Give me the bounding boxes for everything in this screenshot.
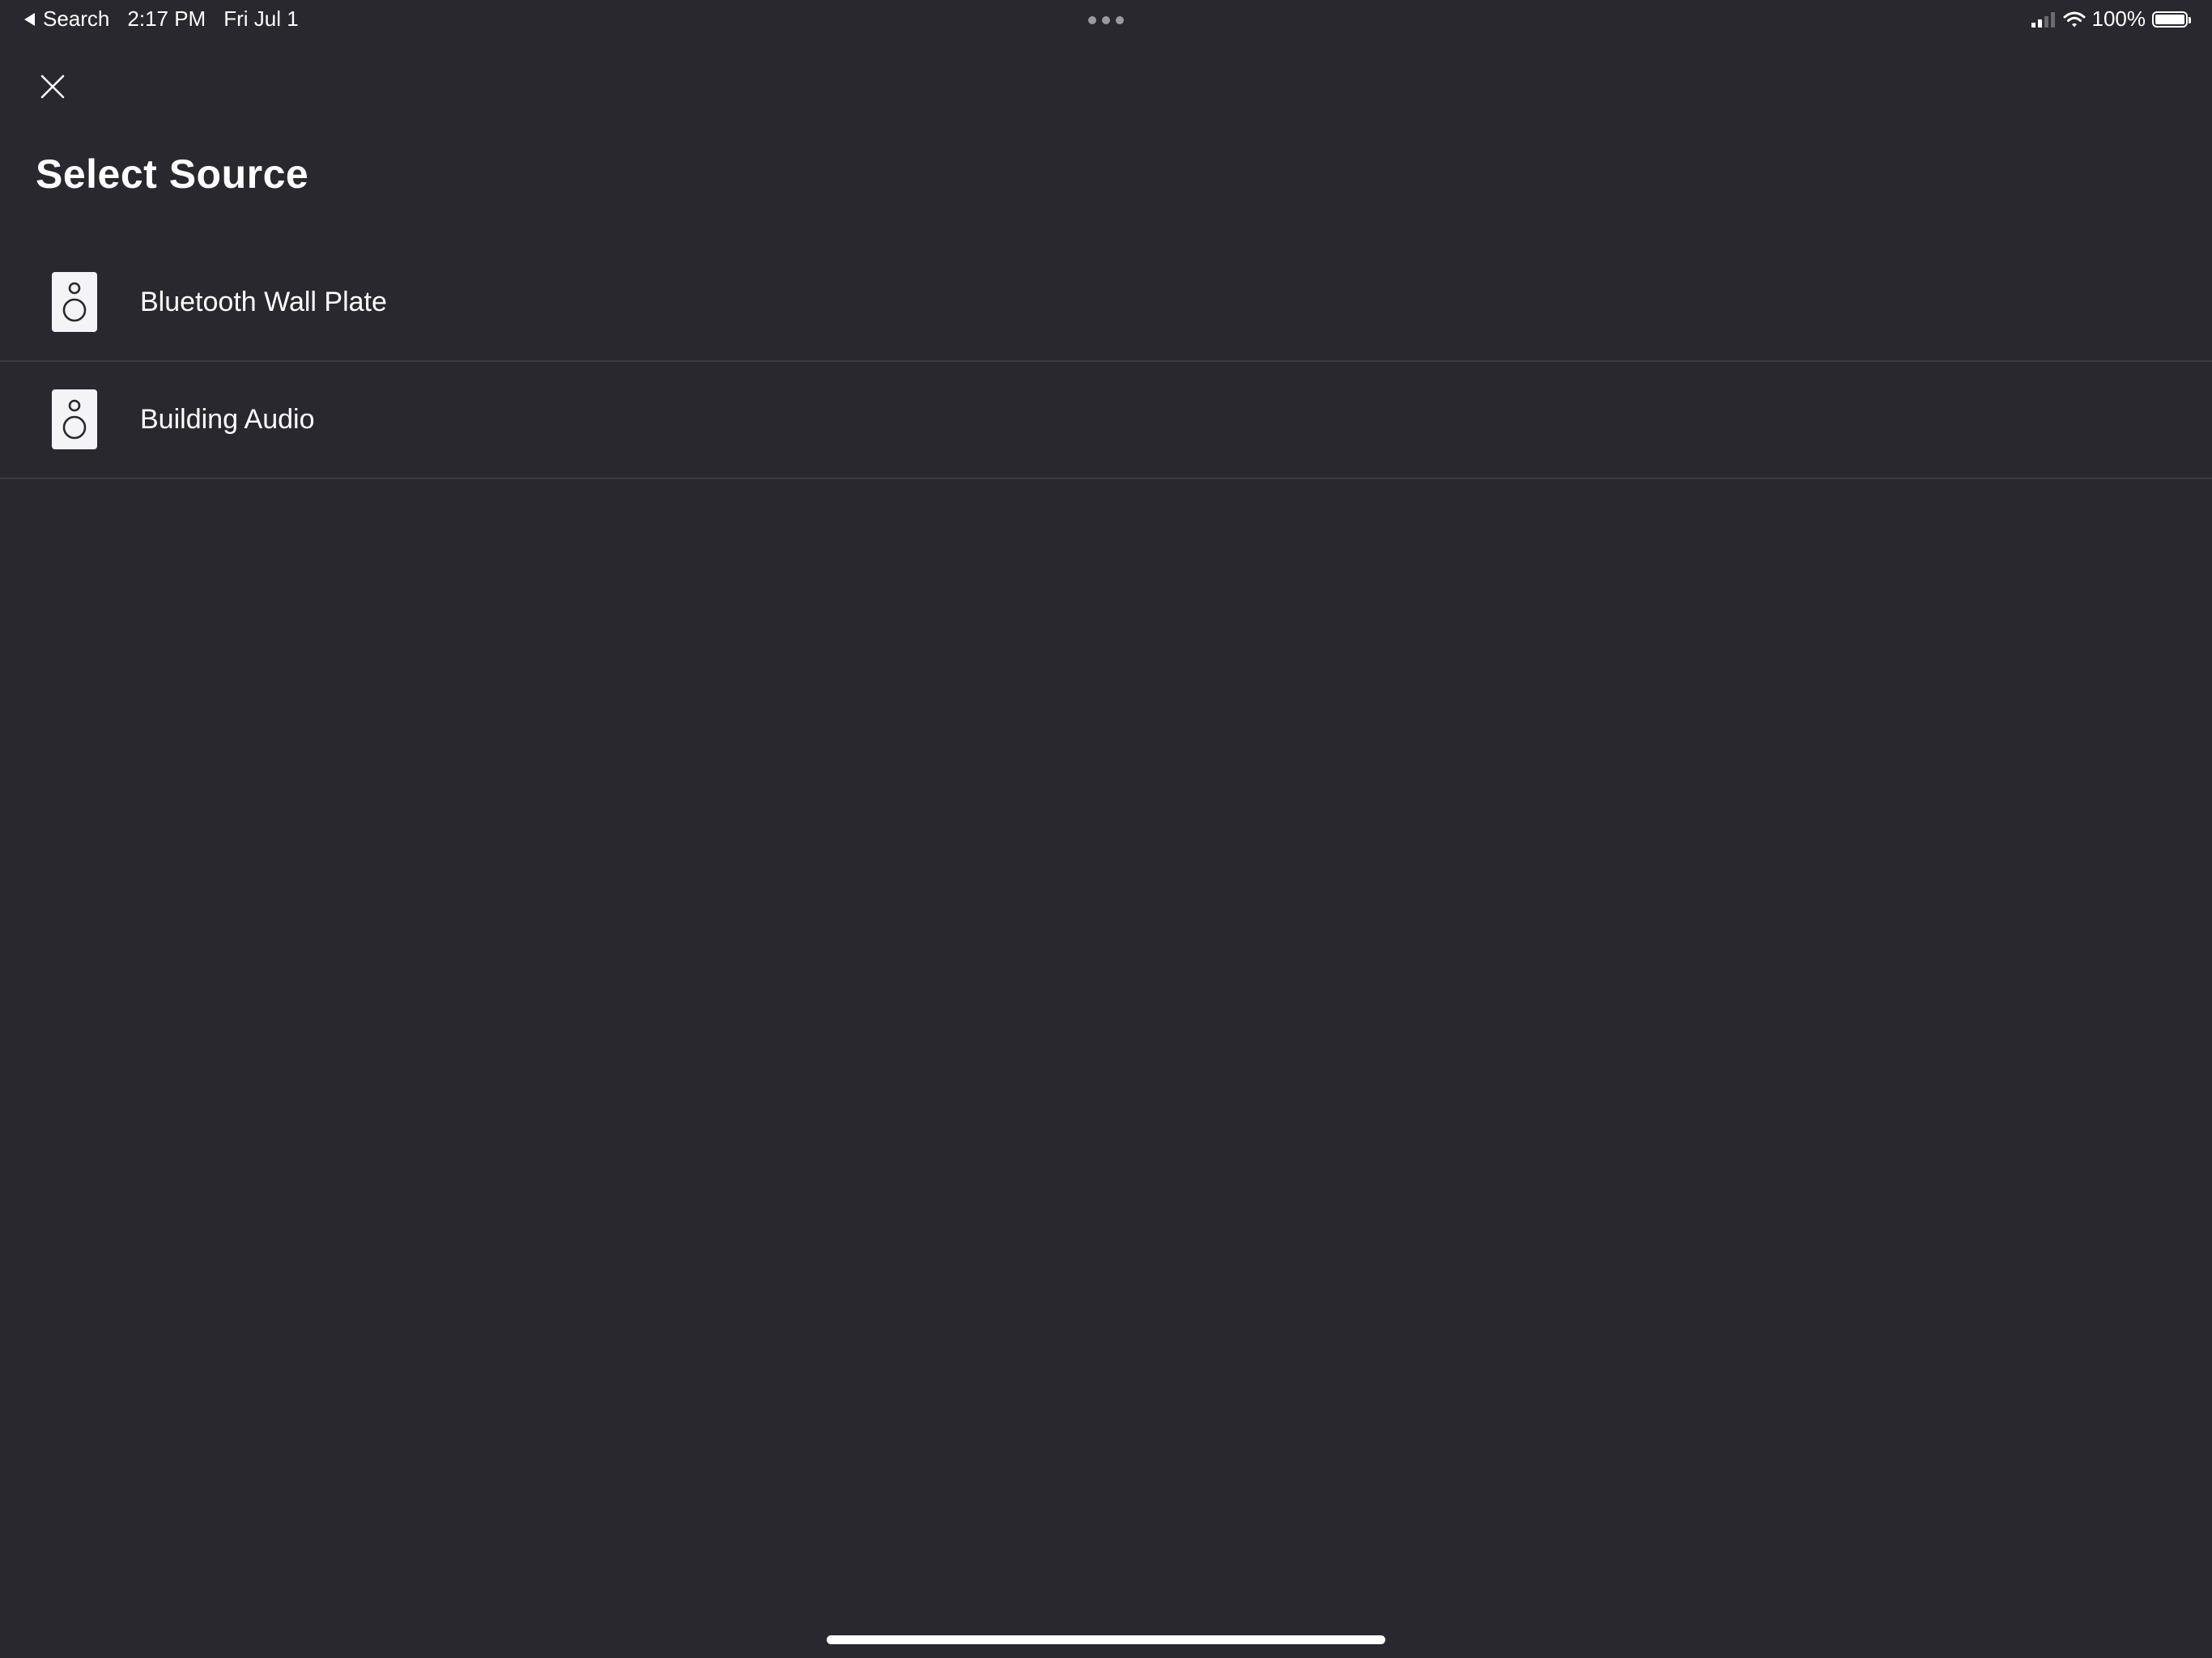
dot xyxy=(1102,16,1110,24)
status-time: 2:17 PM xyxy=(127,6,206,31)
back-arrow-icon[interactable] xyxy=(24,12,35,26)
close-button[interactable] xyxy=(31,65,74,108)
signal-bar xyxy=(2037,19,2042,28)
select-source-screen: Search 2:17 PM Fri Jul 1 100% Select Sou… xyxy=(0,0,2212,1658)
signal-bar xyxy=(2050,11,2055,28)
back-to-app-link[interactable]: Search xyxy=(43,6,109,32)
source-list: Bluetooth Wall Plate Building Audio xyxy=(0,244,2212,479)
battery-fill xyxy=(2155,14,2184,24)
status-bar-right: 100% xyxy=(2031,6,2191,32)
wifi-icon xyxy=(2063,11,2085,27)
close-icon xyxy=(40,74,65,99)
status-bar-left: Search 2:17 PM Fri Jul 1 xyxy=(24,6,299,32)
battery-percent: 100% xyxy=(2091,6,2146,31)
page-title: Select Source xyxy=(36,151,309,197)
status-bar: Search 2:17 PM Fri Jul 1 100% xyxy=(0,0,2212,39)
dot xyxy=(1088,16,1096,24)
source-item-building-audio[interactable]: Building Audio xyxy=(0,362,2212,479)
dot xyxy=(1116,16,1124,24)
cellular-signal-icon xyxy=(2031,11,2055,28)
signal-bar xyxy=(2031,22,2035,28)
multitasking-menu-icon[interactable] xyxy=(1088,16,1124,24)
source-item-bluetooth-wall-plate[interactable]: Bluetooth Wall Plate xyxy=(0,244,2212,362)
source-item-label: Bluetooth Wall Plate xyxy=(140,287,387,317)
source-item-label: Building Audio xyxy=(140,404,315,435)
speaker-icon xyxy=(52,272,97,332)
signal-bar xyxy=(2044,15,2048,28)
home-indicator[interactable] xyxy=(827,1635,1385,1644)
status-date: Fri Jul 1 xyxy=(223,6,299,31)
battery-icon xyxy=(2152,11,2191,28)
speaker-icon xyxy=(52,389,97,449)
